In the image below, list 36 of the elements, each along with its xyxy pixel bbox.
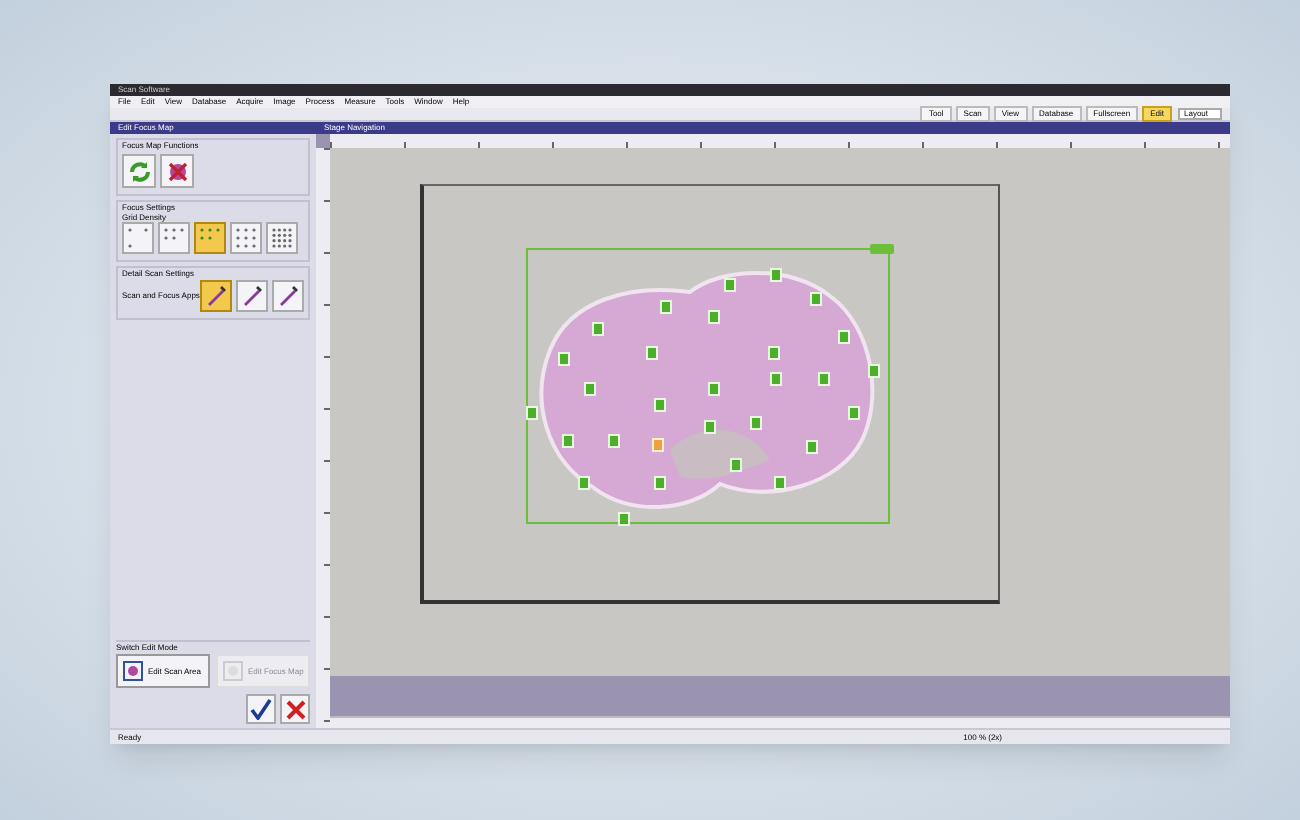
focus-point-icon[interactable] [806,440,818,455]
focus-point-icon[interactable] [724,278,737,293]
delete-points-button[interactable] [160,154,194,188]
ok-button[interactable] [246,694,276,724]
checkmark-icon [250,698,272,720]
dot-grid-icon [270,226,294,250]
focus-point-icon[interactable] [646,346,658,360]
scan-mode-button[interactable] [200,280,232,312]
focus-point-icon[interactable] [770,267,783,282]
area-tag-icon [870,244,894,254]
grid-density-button[interactable] [230,222,262,254]
focus-point-icon[interactable] [618,512,630,527]
dot-grid-icon [126,226,150,250]
refresh-button[interactable] [122,154,156,188]
brush-icon [276,284,300,308]
grid-density-button[interactable] [158,222,190,254]
scan-mode-button[interactable] [272,280,304,312]
focus-point-icon[interactable] [810,292,823,306]
focus-point-icon[interactable] [592,322,605,337]
dot-grid-icon [234,226,258,250]
focus-point-icon[interactable] [526,405,538,420]
focus-point-icon[interactable] [652,438,665,453]
refresh-icon [127,159,151,183]
cancel-button[interactable] [280,694,310,724]
focus-point-icon[interactable] [654,398,667,413]
focus-point-icon[interactable] [750,416,763,430]
scan-area-icon [122,660,144,682]
grid-density-button[interactable] [122,222,154,254]
cross-points-icon [165,159,189,183]
brush-icon [204,284,228,308]
grid-density-button[interactable] [266,222,298,254]
grid-density-button[interactable] [194,222,226,254]
close-icon [285,699,305,719]
brush-icon [240,284,264,308]
scan-area-icon [222,660,244,682]
scan-mode-button[interactable] [236,280,268,312]
